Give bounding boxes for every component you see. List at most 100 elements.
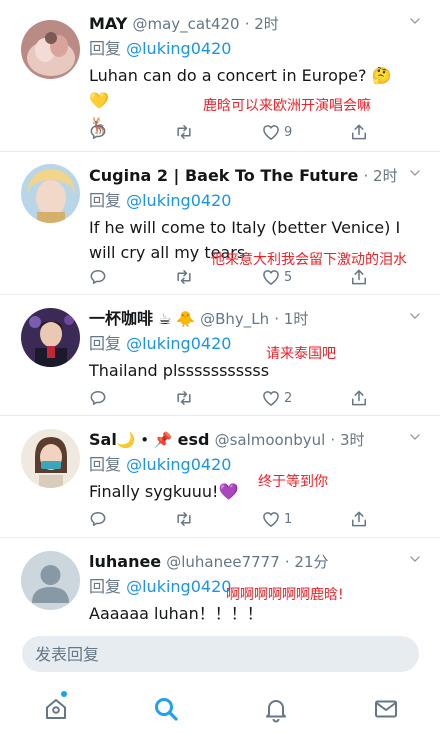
like-button[interactable]: 1 bbox=[261, 508, 292, 530]
tweet-item[interactable]: luhanee @luhanee7777 · 21分 回复 @luking042… bbox=[0, 538, 440, 628]
like-button[interactable]: 5 bbox=[261, 266, 292, 288]
share-icon bbox=[349, 267, 369, 287]
avatar[interactable] bbox=[21, 164, 80, 223]
reply-icon bbox=[88, 388, 108, 408]
like-count: 5 bbox=[284, 269, 293, 285]
tab-search[interactable] bbox=[152, 695, 180, 723]
tweet-item[interactable]: Sal🌙 • 📌 esd @salmoonbyul · 3时 回复 @lukin… bbox=[0, 416, 440, 538]
chevron-down-icon[interactable] bbox=[408, 309, 422, 323]
translation-annotation: 请来泰国吧 bbox=[266, 346, 336, 362]
tweet-text: Aaaaaa luhan！！！！ bbox=[89, 604, 263, 623]
like-count: 2 bbox=[284, 390, 293, 406]
share-icon bbox=[349, 509, 369, 529]
chevron-down-icon[interactable] bbox=[408, 166, 422, 180]
like-count: 1 bbox=[284, 511, 293, 527]
notifications-icon bbox=[266, 700, 286, 723]
reply-input[interactable] bbox=[22, 636, 419, 672]
user-handle[interactable]: @luhanee7777 bbox=[166, 553, 280, 571]
mention-link[interactable]: @luking0420 bbox=[126, 455, 231, 474]
tweet-item[interactable]: 一杯咖啡 ☕ 🐥 @Bhy_Lh · 1时 回复 @luking0420 Tha… bbox=[0, 295, 440, 416]
home-icon bbox=[46, 699, 66, 719]
reply-context: 回复 @luking0420 bbox=[89, 453, 231, 477]
translation-annotation: 终于等到你 bbox=[258, 474, 328, 490]
reply-button[interactable] bbox=[88, 266, 108, 288]
mention-link[interactable]: @luking0420 bbox=[126, 191, 231, 210]
tweet-actions: 2 bbox=[88, 387, 378, 409]
tweet-header: Sal🌙 • 📌 esd @salmoonbyul · 3时 bbox=[89, 428, 400, 452]
reply-icon bbox=[88, 267, 108, 287]
heart-icon bbox=[261, 267, 281, 287]
retweet-button[interactable] bbox=[174, 387, 194, 409]
reply-button[interactable] bbox=[88, 387, 108, 409]
reply-prefix: 回复 bbox=[89, 455, 122, 474]
chevron-down-icon[interactable] bbox=[408, 552, 422, 566]
display-name[interactable]: luhanee bbox=[89, 552, 161, 571]
timestamp: · 2时 bbox=[363, 167, 398, 185]
tweet-item[interactable]: MAY @may_cat420 · 2时 回复 @luking0420 Luha… bbox=[0, 0, 440, 152]
tab-messages[interactable] bbox=[372, 695, 400, 723]
retweet-icon bbox=[174, 509, 194, 529]
reply-button[interactable] bbox=[88, 508, 108, 530]
notification-dot bbox=[61, 691, 67, 697]
name-emoji: 🌙 • 📌 bbox=[116, 431, 173, 449]
reply-context: 回复 @luking0420 bbox=[89, 189, 231, 213]
share-button[interactable] bbox=[349, 121, 369, 143]
avatar[interactable] bbox=[21, 551, 80, 610]
chevron-down-icon[interactable] bbox=[408, 14, 422, 28]
like-button[interactable]: 2 bbox=[261, 387, 292, 409]
mention-link[interactable]: @luking0420 bbox=[126, 39, 231, 58]
tweet-text: Thailand plsssssssssss bbox=[89, 361, 270, 380]
avatar[interactable] bbox=[21, 20, 80, 79]
reply-button[interactable] bbox=[88, 121, 108, 143]
user-handle[interactable]: @salmoonbyul bbox=[215, 431, 326, 449]
reply-compose-bar[interactable] bbox=[22, 636, 419, 672]
share-button[interactable] bbox=[349, 387, 369, 409]
display-name[interactable]: MAY bbox=[89, 14, 127, 33]
avatar[interactable] bbox=[21, 308, 80, 367]
retweet-button[interactable] bbox=[174, 121, 194, 143]
retweet-icon bbox=[174, 388, 194, 408]
translation-annotation: 鹿晗可以来欧洲开演唱会嘛 bbox=[203, 98, 371, 114]
share-icon bbox=[349, 388, 369, 408]
retweet-icon bbox=[174, 267, 194, 287]
display-name[interactable]: Sal bbox=[89, 430, 117, 449]
chevron-down-icon[interactable] bbox=[408, 430, 422, 444]
retweet-button[interactable] bbox=[174, 266, 194, 288]
timestamp: · 21分 bbox=[284, 553, 329, 571]
avatar[interactable] bbox=[21, 429, 80, 488]
reply-context: 回复 @luking0420 bbox=[89, 37, 231, 61]
display-name-suffix: esd bbox=[177, 430, 210, 449]
like-count: 9 bbox=[284, 124, 293, 140]
tweet-header: 一杯咖啡 ☕ 🐥 @Bhy_Lh · 1时 bbox=[89, 307, 400, 331]
default-avatar-icon bbox=[21, 551, 80, 610]
mention-link[interactable]: @luking0420 bbox=[126, 334, 231, 353]
heart-icon bbox=[261, 388, 281, 408]
user-handle[interactable]: @Bhy_Lh bbox=[200, 310, 269, 328]
like-button[interactable]: 9 bbox=[261, 121, 292, 143]
reply-prefix: 回复 bbox=[89, 191, 122, 210]
share-icon bbox=[349, 122, 369, 142]
avatar-image bbox=[21, 308, 80, 367]
reply-icon bbox=[88, 509, 108, 529]
share-button[interactable] bbox=[349, 266, 369, 288]
timestamp: · 3时 bbox=[330, 431, 365, 449]
search-icon bbox=[155, 698, 178, 721]
reply-context: 回复 @luking0420 bbox=[89, 332, 231, 356]
mention-link[interactable]: @luking0420 bbox=[126, 577, 231, 596]
retweet-button[interactable] bbox=[174, 508, 194, 530]
timestamp: · 2时 bbox=[244, 15, 279, 33]
avatar-image bbox=[21, 20, 80, 79]
heart-icon bbox=[261, 509, 281, 529]
reply-prefix: 回复 bbox=[89, 334, 122, 353]
share-button[interactable] bbox=[349, 508, 369, 530]
reply-prefix: 回复 bbox=[89, 39, 122, 58]
tab-home[interactable] bbox=[42, 691, 70, 723]
tweet-item[interactable]: Cugina 2 | Baek To The Future · 2时 回复 @l… bbox=[0, 152, 440, 295]
reply-context: 回复 @luking0420 bbox=[89, 575, 231, 599]
tab-notifications[interactable] bbox=[262, 695, 290, 723]
tweet-header: luhanee @luhanee7777 · 21分 bbox=[89, 550, 400, 574]
display-name[interactable]: Cugina 2 | Baek To The Future bbox=[89, 166, 358, 185]
display-name[interactable]: 一杯咖啡 bbox=[89, 309, 153, 328]
user-handle[interactable]: @may_cat420 bbox=[132, 15, 239, 33]
messages-icon bbox=[375, 700, 397, 718]
